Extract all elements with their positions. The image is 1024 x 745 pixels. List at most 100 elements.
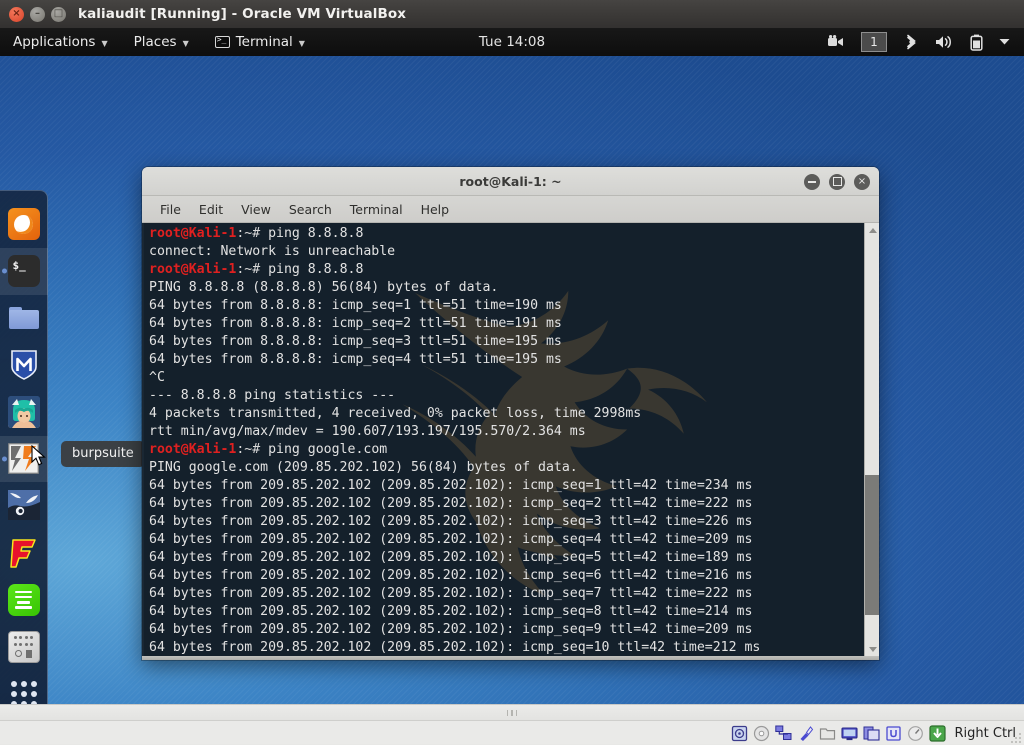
chevron-down-icon: ▼	[182, 38, 189, 48]
virtualbox-window-controls: × – □	[0, 6, 66, 22]
terminal-output-line: 64 bytes from 209.85.202.102 (209.85.202…	[149, 478, 753, 493]
terminal-prompt-user: root@Kali-1	[149, 442, 237, 457]
faraday-icon	[8, 537, 40, 569]
workspace-indicator[interactable]: 1	[853, 28, 895, 56]
resize-grip[interactable]	[1008, 730, 1021, 743]
terminal-output-line: 64 bytes from 209.85.202.102 (209.85.202…	[149, 640, 761, 655]
dock-item-files[interactable]	[0, 295, 48, 342]
terminal-output-line: connect: Network is unreachable	[149, 244, 396, 259]
dock-item-wireshark[interactable]	[0, 482, 48, 529]
virtualbox-statusbar: Right Ctrl	[0, 722, 1024, 745]
terminal-prompt-path: :~#	[236, 226, 269, 241]
terminal-output-line: 64 bytes from 209.85.202.102 (209.85.202…	[149, 514, 753, 529]
host-key-label: Right Ctrl	[954, 726, 1017, 741]
terminal-output: root@Kali-1 :~# ping 8.8.8.8 connect: Netw…	[147, 225, 864, 656]
mouse-integration-icon[interactable]	[907, 725, 924, 742]
dock-item-metasploit[interactable]	[0, 342, 48, 389]
guest-screen: Applications ▼ Places ▼ Terminal ▼ Tue 1…	[0, 28, 1024, 704]
wireshark-fin-icon	[7, 489, 40, 522]
terminal-minimize-button[interactable]	[804, 173, 820, 190]
terminal-command: ping 8.8.8.8	[268, 226, 364, 241]
menu-view[interactable]: View	[232, 196, 280, 223]
display-icon[interactable]	[840, 725, 858, 742]
terminal-output-line: 64 bytes from 8.8.8.8: icmp_seq=1 ttl=51…	[149, 298, 562, 313]
panel-tray: 1	[819, 28, 1024, 56]
terminal-scrollbar[interactable]	[864, 223, 879, 656]
chevron-down-icon: ▼	[298, 38, 305, 48]
vbox-close-glyph: ×	[12, 8, 21, 19]
battery-icon[interactable]	[962, 28, 991, 56]
chevron-down-icon: ▼	[101, 38, 108, 48]
terminal-window[interactable]: root@Kali-1: ~ × File Edit View Search T…	[142, 167, 879, 660]
dock-item-beef[interactable]	[0, 623, 48, 670]
terminal-output-line: --- 8.8.8.8 ping statistics ---	[149, 388, 396, 403]
terminal-output-line: 64 bytes from 209.85.202.102 (209.85.202…	[149, 550, 753, 565]
screencast-icon[interactable]	[819, 28, 853, 56]
bluetooth-icon[interactable]	[895, 28, 927, 56]
dock-item-terminal[interactable]: $_	[0, 247, 48, 295]
applications-menu[interactable]: Applications ▼	[0, 28, 121, 56]
menu-edit[interactable]: Edit	[190, 196, 232, 223]
menu-help[interactable]: Help	[412, 196, 459, 223]
volume-icon[interactable]	[927, 28, 962, 56]
close-icon: ×	[857, 175, 867, 187]
terminal-output-line: ^C	[149, 370, 165, 385]
scrollbar-thumb[interactable]	[865, 475, 879, 615]
places-menu[interactable]: Places ▼	[121, 28, 202, 56]
menu-file[interactable]: File	[151, 196, 190, 223]
terminal-output-line: 64 bytes from 209.85.202.102 (209.85.202…	[149, 622, 753, 637]
terminal-maximize-button[interactable]	[829, 173, 845, 190]
vbox-minimize-glyph: –	[35, 8, 40, 19]
scroll-down-icon[interactable]	[865, 642, 879, 656]
vbox-maximize-button[interactable]: □	[51, 6, 66, 22]
active-app-label: Terminal	[235, 34, 293, 50]
terminal-output-line: 64 bytes from 209.85.202.102 (209.85.202…	[149, 604, 753, 619]
terminal-icon	[214, 35, 230, 48]
armitage-avatar-icon	[7, 396, 40, 429]
terminal-icon: $_	[7, 255, 40, 288]
dock-item-faraday[interactable]	[0, 529, 48, 576]
scroll-up-icon[interactable]	[865, 223, 879, 237]
virtualbox-window: × – □ kaliaudit [Running] - Oracle VM Vi…	[0, 0, 1024, 744]
optical-disk-icon[interactable]	[753, 725, 770, 742]
terminal-output-line: PING google.com (209.85.202.102) 56(84) …	[149, 460, 578, 475]
usb-icon[interactable]	[797, 725, 814, 742]
host-key-icon[interactable]	[928, 725, 946, 742]
terminal-command: ping google.com	[268, 442, 388, 457]
virtualbox-window-title: kaliaudit [Running] - Oracle VM VirtualB…	[78, 6, 407, 22]
recording-icon[interactable]	[863, 725, 880, 742]
dock-item-show-applications[interactable]	[0, 670, 48, 704]
folder-icon	[8, 302, 40, 334]
menu-terminal[interactable]: Terminal	[341, 196, 412, 223]
dock-item-armitage[interactable]	[0, 389, 48, 436]
dock-item-firefox[interactable]	[0, 201, 48, 248]
virtualization-icon[interactable]	[885, 725, 902, 742]
harddisk-icon[interactable]	[731, 725, 748, 742]
terminal-output-line: 64 bytes from 8.8.8.8: icmp_seq=2 ttl=51…	[149, 316, 562, 331]
window-grip-handle[interactable]	[0, 705, 1024, 721]
menu-search[interactable]: Search	[280, 196, 341, 223]
panel-clock-label: Tue 14:08	[478, 34, 546, 50]
network-icon[interactable]	[774, 725, 792, 742]
terminal-titlebar[interactable]: root@Kali-1: ~ ×	[142, 167, 879, 196]
terminal-command: ping 8.8.8.8	[268, 262, 364, 277]
app-grid-icon	[10, 680, 37, 704]
terminal-prompt-line: root@Kali-1:~# ping google.com	[149, 441, 864, 459]
dock-item-cherrytree[interactable]	[0, 576, 48, 623]
terminal-output-line: 64 bytes from 209.85.202.102 (209.85.202…	[149, 532, 753, 547]
terminal-close-button[interactable]: ×	[854, 173, 870, 190]
terminal-output-line: 64 bytes from 8.8.8.8: icmp_seq=4 ttl=51…	[149, 352, 562, 367]
terminal-body: root@Kali-1 :~# ping 8.8.8.8 connect: Netw…	[142, 223, 879, 656]
terminal-prompt-path: :~#	[236, 262, 269, 277]
chevron-down-icon[interactable]	[991, 28, 1018, 56]
vbox-close-button[interactable]: ×	[9, 6, 24, 22]
places-menu-label: Places	[133, 34, 177, 50]
terminal-screen[interactable]: root@Kali-1 :~# ping 8.8.8.8 connect: Netw…	[144, 223, 864, 656]
terminal-output-line: 64 bytes from 8.8.8.8: icmp_seq=3 ttl=51…	[149, 334, 562, 349]
firefox-icon	[7, 208, 40, 241]
vbox-minimize-button[interactable]: –	[30, 6, 45, 22]
virtualbox-bottom-chrome: Right Ctrl	[0, 704, 1024, 744]
active-app-menu[interactable]: Terminal ▼	[202, 28, 318, 56]
shared-folders-icon[interactable]	[819, 725, 836, 742]
terminal-output-line: 4 packets transmitted, 4 received, 0% pa…	[149, 406, 642, 421]
